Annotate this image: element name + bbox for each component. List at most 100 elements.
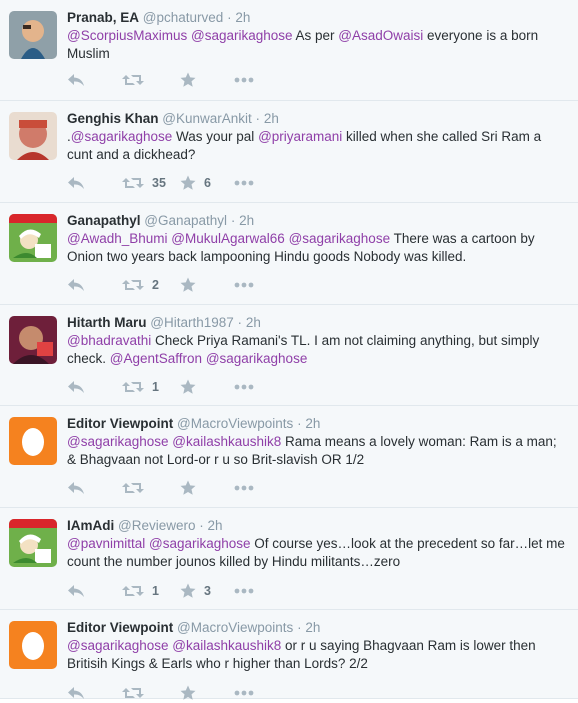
- more-icon[interactable]: [234, 275, 254, 295]
- more-icon[interactable]: [234, 70, 254, 90]
- mention-link[interactable]: @AsadOwaisi: [338, 28, 423, 43]
- mention-link[interactable]: @sagarikaghose: [67, 434, 169, 449]
- tweet-card[interactable]: IAmAdi @Reviewero · 2h @pavnimittal @saga…: [0, 508, 578, 610]
- mention-link[interactable]: @sagarikaghose: [149, 536, 251, 551]
- favorite-button[interactable]: [180, 70, 204, 90]
- mention-link[interactable]: @MukulAgarwal66: [171, 231, 285, 246]
- egg-avatar[interactable]: [9, 417, 57, 465]
- cartoon-avatar[interactable]: [9, 519, 57, 567]
- more-icon[interactable]: [234, 478, 254, 498]
- tweet-card[interactable]: Genghis Khan @KunwarAnkit · 2h .@sagarika…: [0, 101, 578, 203]
- photo-red-avatar[interactable]: [9, 316, 57, 364]
- mention-link[interactable]: @sagarikaghose: [191, 28, 293, 43]
- favorite-count: 3: [204, 584, 211, 598]
- timestamp[interactable]: 2h: [305, 620, 320, 635]
- photo-child-avatar[interactable]: [9, 11, 57, 59]
- user-handle[interactable]: @Ganapathyl: [144, 213, 227, 228]
- timestamp[interactable]: 2h: [208, 518, 223, 533]
- more-icon[interactable]: [234, 581, 254, 601]
- mention-link[interactable]: @AgentSaffron: [110, 351, 202, 366]
- separator-dot: ·: [255, 111, 261, 126]
- user-name[interactable]: Hitarth Maru: [67, 315, 147, 330]
- photo-man-avatar[interactable]: [9, 112, 57, 160]
- retweet-button[interactable]: [122, 70, 152, 90]
- retweet-button[interactable]: 1: [122, 581, 159, 601]
- retweet-button[interactable]: 35: [122, 173, 166, 193]
- user-name[interactable]: Genghis Khan: [67, 111, 159, 126]
- separator-dot: ·: [297, 620, 302, 635]
- tweet-card[interactable]: Ganapathyl @Ganapathyl · 2h @Awadh_Bhumi …: [0, 203, 578, 305]
- tweet-header: Editor Viewpoint @MacroViewpoints · 2h: [67, 415, 320, 433]
- more-icon[interactable]: [234, 683, 254, 703]
- separator-dot: ·: [230, 213, 236, 228]
- reply-icon[interactable]: [67, 478, 85, 498]
- reply-icon[interactable]: [67, 683, 85, 703]
- retweet-icon: [122, 73, 144, 87]
- retweet-button[interactable]: 1: [122, 377, 159, 397]
- user-handle[interactable]: @MacroViewpoints: [177, 620, 293, 635]
- timestamp[interactable]: 2h: [264, 111, 279, 126]
- reply-icon[interactable]: [67, 173, 85, 193]
- timestamp[interactable]: 2h: [305, 416, 320, 431]
- favorite-button[interactable]: [180, 478, 204, 498]
- user-handle[interactable]: @Hitarth1987: [150, 315, 234, 330]
- retweet-count: 2: [152, 278, 159, 292]
- tweet-card[interactable]: Editor Viewpoint @MacroViewpoints · 2h @s…: [0, 610, 578, 700]
- retweet-button[interactable]: [122, 683, 152, 703]
- mention-link[interactable]: @priyaramani: [258, 129, 342, 144]
- reply-icon[interactable]: [67, 70, 85, 90]
- retweet-button[interactable]: [122, 478, 152, 498]
- tweet-header: Pranab, EA @pchaturved · 2h: [67, 9, 250, 27]
- mention-link[interactable]: @pavnimittal: [67, 536, 145, 551]
- tweet-header: Editor Viewpoint @MacroViewpoints · 2h: [67, 619, 320, 637]
- timestamp[interactable]: 2h: [239, 213, 254, 228]
- retweet-icon: [122, 584, 144, 598]
- user-name[interactable]: Editor Viewpoint: [67, 416, 173, 431]
- mention-link[interactable]: @Awadh_Bhumi: [67, 231, 168, 246]
- egg-avatar[interactable]: [9, 621, 57, 669]
- user-handle[interactable]: @MacroViewpoints: [177, 416, 293, 431]
- retweet-button[interactable]: 2: [122, 275, 159, 295]
- star-icon: [180, 277, 196, 293]
- mention-link[interactable]: @kailashkaushik8: [172, 434, 281, 449]
- user-name[interactable]: IAmAdi: [67, 518, 114, 533]
- more-icon[interactable]: [234, 377, 254, 397]
- reply-icon[interactable]: [67, 581, 85, 601]
- tweet-text: @sagarikaghose @kailashkaushik8 or r u s…: [67, 637, 567, 673]
- timestamp[interactable]: 2h: [235, 10, 250, 25]
- favorite-button[interactable]: 6: [180, 173, 211, 193]
- mention-link[interactable]: @sagarikaghose: [206, 351, 308, 366]
- tweet-card[interactable]: Hitarth Maru @Hitarth1987 · 2h @bhadravat…: [0, 305, 578, 406]
- tweet-text-segment: Was your pal: [172, 129, 259, 144]
- user-handle[interactable]: @KunwarAnkit: [162, 111, 252, 126]
- mention-link[interactable]: @bhadravathi: [67, 333, 151, 348]
- star-icon: [180, 480, 196, 496]
- mention-link[interactable]: @ScorpiusMaximus: [67, 28, 187, 43]
- mention-link[interactable]: @kailashkaushik8: [172, 638, 281, 653]
- cartoon-avatar[interactable]: [9, 214, 57, 262]
- tweet-text: @Awadh_Bhumi @MukulAgarwal66 @sagarikagh…: [67, 230, 567, 266]
- star-icon: [180, 583, 196, 599]
- more-icon[interactable]: [234, 173, 254, 193]
- star-icon: [180, 175, 196, 191]
- timestamp[interactable]: 2h: [246, 315, 261, 330]
- tweet-card[interactable]: Pranab, EA @pchaturved · 2h @ScorpiusMaxi…: [0, 0, 578, 101]
- mention-link[interactable]: @sagarikaghose: [289, 231, 391, 246]
- tweet-text: @ScorpiusMaximus @sagarikaghose As per @…: [67, 27, 567, 63]
- favorite-button[interactable]: [180, 275, 204, 295]
- reply-icon[interactable]: [67, 275, 85, 295]
- user-name[interactable]: Editor Viewpoint: [67, 620, 173, 635]
- reply-icon[interactable]: [67, 377, 85, 397]
- user-handle[interactable]: @Reviewero: [118, 518, 195, 533]
- user-handle[interactable]: @pchaturved: [143, 10, 224, 25]
- separator-dot: ·: [227, 10, 232, 25]
- separator-dot: ·: [297, 416, 302, 431]
- favorite-button[interactable]: [180, 377, 204, 397]
- favorite-button[interactable]: [180, 683, 204, 703]
- favorite-button[interactable]: 3: [180, 581, 211, 601]
- tweet-card[interactable]: Editor Viewpoint @MacroViewpoints · 2h @s…: [0, 406, 578, 508]
- mention-link[interactable]: @sagarikaghose: [71, 129, 173, 144]
- user-name[interactable]: Ganapathyl: [67, 213, 141, 228]
- user-name[interactable]: Pranab, EA: [67, 10, 139, 25]
- mention-link[interactable]: @sagarikaghose: [67, 638, 169, 653]
